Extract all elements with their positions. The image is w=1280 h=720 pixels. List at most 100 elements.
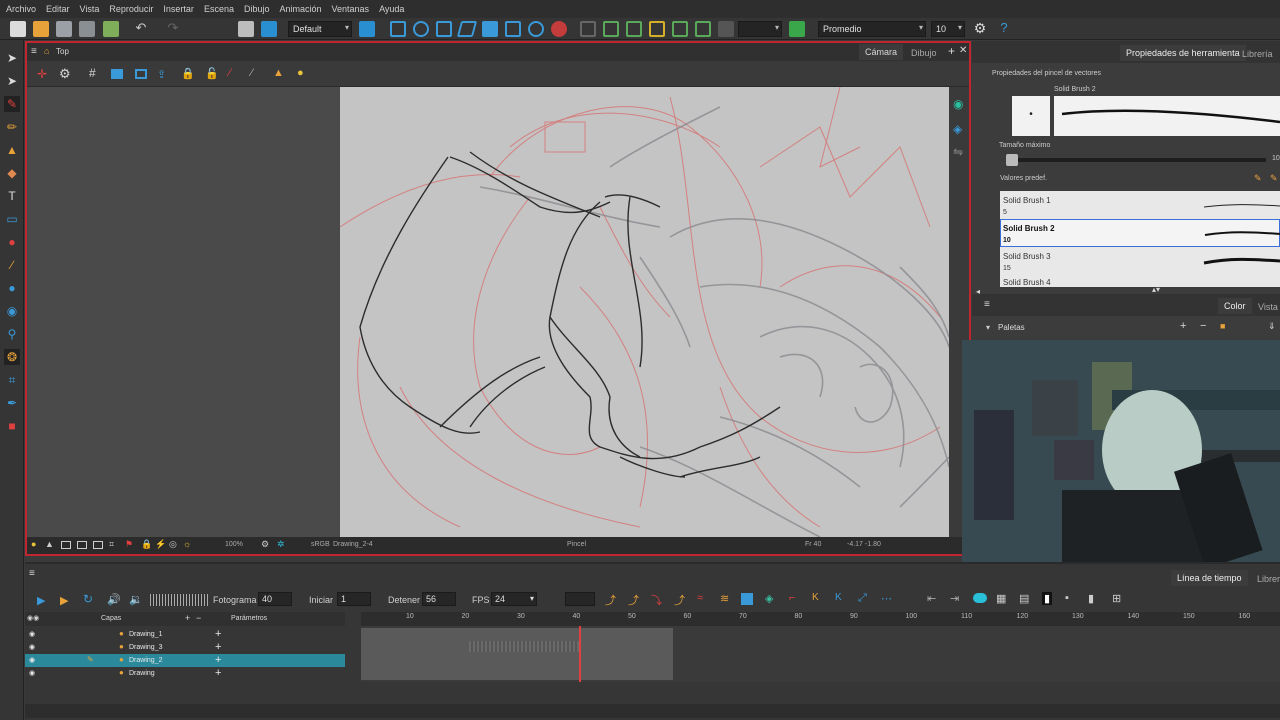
frame-view-icon[interactable]: ▮ <box>1042 592 1053 605</box>
skew-icon[interactable] <box>456 21 478 37</box>
exposure-cells[interactable] <box>361 628 673 680</box>
tab-view[interactable]: Vista <box>1252 299 1280 315</box>
onion-toggle-icon[interactable] <box>973 593 987 603</box>
flag-icon[interactable]: ⚑ <box>125 539 133 550</box>
layer-name[interactable]: Drawing_1 <box>129 631 162 638</box>
workspace-select[interactable]: Default ▾ <box>288 21 352 37</box>
pen-icon[interactable]: ✒ <box>4 395 20 411</box>
tab-color[interactable]: Color <box>1218 298 1252 314</box>
paint-bucket-icon[interactable]: ▲ <box>4 142 20 158</box>
motion-icon[interactable]: ⤴ <box>674 592 685 608</box>
expand-layers-icon[interactable]: ⇥ <box>950 592 959 605</box>
upload-icon[interactable]: ⇪ <box>157 68 166 81</box>
tab-drawing[interactable]: Dibujo <box>905 45 943 61</box>
rectangle-icon[interactable]: ▭ <box>4 211 20 227</box>
presets-label[interactable]: Valores predef. <box>1000 175 1047 182</box>
spline-icon[interactable] <box>528 21 544 37</box>
bulb-icon[interactable]: ● <box>297 67 304 79</box>
envelope-icon[interactable] <box>649 21 665 37</box>
menu-lines-icon[interactable]: ≡ <box>984 299 990 310</box>
zigzag-icon[interactable]: ≈ <box>697 592 703 604</box>
tab-library[interactable]: Librería <box>1251 571 1280 587</box>
line-grey-icon[interactable]: ∕ <box>251 67 253 79</box>
field-guide-icon[interactable] <box>93 541 103 549</box>
wheel-icon[interactable]: ✲ <box>277 539 285 550</box>
reset-view-icon[interactable]: ✛ <box>37 67 47 81</box>
save-icon[interactable] <box>56 21 72 37</box>
unlock-icon[interactable]: 🔓 <box>205 67 219 80</box>
transform-extra-icon[interactable] <box>505 21 521 37</box>
sound-icon[interactable]: 🔊 <box>107 593 121 606</box>
layer-row[interactable]: ◉ ● Drawing_3 + <box>25 641 345 654</box>
onion-skin-icon[interactable] <box>111 69 123 79</box>
menu-archivo[interactable]: Archivo <box>6 4 36 14</box>
menu-escena[interactable]: Escena <box>204 4 234 14</box>
open-folder-icon[interactable] <box>33 21 49 37</box>
keyframe-tool-icon[interactable]: ⤴ <box>605 592 616 608</box>
layer-name[interactable]: Drawing_2 <box>129 657 162 664</box>
workspace-manager-icon[interactable] <box>359 21 375 37</box>
pin-icon[interactable]: ▲ <box>45 539 54 549</box>
tab-library[interactable]: Librería <box>1236 46 1279 62</box>
frame-ruler[interactable]: 10 20 30 40 50 60 70 80 90 100 110 120 130 140 150 160 <box>361 612 1280 626</box>
zoom-level[interactable]: 100% <box>225 541 243 548</box>
exposure-grid[interactable] <box>361 626 1280 682</box>
download-icon[interactable]: ⇓ <box>1268 321 1276 332</box>
tab-tool-properties[interactable]: Propiedades de herramienta <box>1120 45 1246 61</box>
layers-icon[interactable]: ◈ <box>953 122 962 136</box>
frame-lg-icon[interactable]: ▮ <box>1088 592 1094 605</box>
frame-sm-icon[interactable]: ▪ <box>1065 592 1069 604</box>
bone-icon[interactable] <box>603 21 619 37</box>
flame-icon[interactable]: ▲ <box>273 67 284 79</box>
palette-swatch-icon[interactable]: ■ <box>4 418 20 434</box>
preset-row-selected[interactable]: Solid Brush 2 10 <box>1000 219 1280 247</box>
preset-row[interactable]: Solid Brush 3 15 <box>1000 247 1280 275</box>
transform-icon[interactable] <box>390 21 406 37</box>
globe-icon[interactable]: ◎ <box>169 539 177 550</box>
drawing-exposure[interactable] <box>469 641 581 652</box>
frame-field[interactable]: 40 <box>258 592 292 606</box>
eye-icon[interactable]: ◉ <box>29 643 35 651</box>
rotate-icon[interactable] <box>413 21 429 37</box>
loop-icon[interactable]: ↻ <box>83 592 93 606</box>
max-size-slider-handle[interactable] <box>1006 154 1018 166</box>
lock-icon[interactable]: 🔒 <box>141 539 152 550</box>
undo-icon[interactable]: ↶ <box>133 21 149 37</box>
layer-name[interactable]: Drawing <box>129 670 155 677</box>
playback-speed-slider[interactable] <box>150 594 208 606</box>
add-column-icon[interactable]: ⊞ <box>1112 592 1121 605</box>
fps-field[interactable]: 24 ▾ <box>491 592 537 606</box>
import-icon[interactable] <box>103 21 119 37</box>
start-field[interactable]: 1 <box>337 592 371 606</box>
brush-mode-select[interactable]: Promedio ▾ <box>818 21 926 37</box>
crop-icon[interactable]: ⌗ <box>4 372 20 388</box>
remove-layer-icon[interactable]: − <box>196 613 201 623</box>
drawing-canvas[interactable]: ◉ ◈ ⇋ <box>27 87 969 537</box>
layer-name[interactable]: Drawing_3 <box>129 644 162 651</box>
bulb-icon[interactable]: ● <box>31 539 36 549</box>
eye-icon[interactable]: ◉ <box>29 669 35 677</box>
remove-palette-icon[interactable]: − <box>1200 320 1206 332</box>
layer-add-icon[interactable]: + <box>215 654 221 666</box>
remove-keyframe-icon[interactable]: K <box>835 592 842 603</box>
frame-icon[interactable] <box>61 541 71 549</box>
stroke-icon[interactable]: ∕ <box>4 257 20 273</box>
dropper-icon[interactable]: ● <box>4 280 20 296</box>
close-icon[interactable]: ✕ <box>959 45 967 56</box>
max-size-slider[interactable] <box>1008 158 1266 162</box>
game-bone-icon[interactable] <box>672 21 688 37</box>
preset-row[interactable]: Solid Brush 1 5 <box>1000 191 1280 219</box>
lock-icon[interactable]: 🔒 <box>181 67 195 80</box>
dots-icon[interactable]: ⋯ <box>881 592 892 605</box>
new-file-icon[interactable] <box>10 21 26 37</box>
zoom-icon[interactable]: ⚲ <box>4 326 20 342</box>
layer-add-icon[interactable]: + <box>215 641 221 653</box>
delete-key-icon[interactable]: ⌐ <box>789 592 795 604</box>
line-style-select[interactable] <box>565 592 595 606</box>
eye-icon[interactable]: ◉ <box>29 656 35 664</box>
layer-row[interactable]: ◉ ● Drawing + <box>25 667 345 680</box>
menu-animacion[interactable]: Animación <box>279 4 321 14</box>
globe-icon[interactable]: ◉ <box>4 303 20 319</box>
text-icon[interactable]: T <box>4 188 20 204</box>
menu-lines-icon[interactable]: ≡ <box>29 568 35 579</box>
